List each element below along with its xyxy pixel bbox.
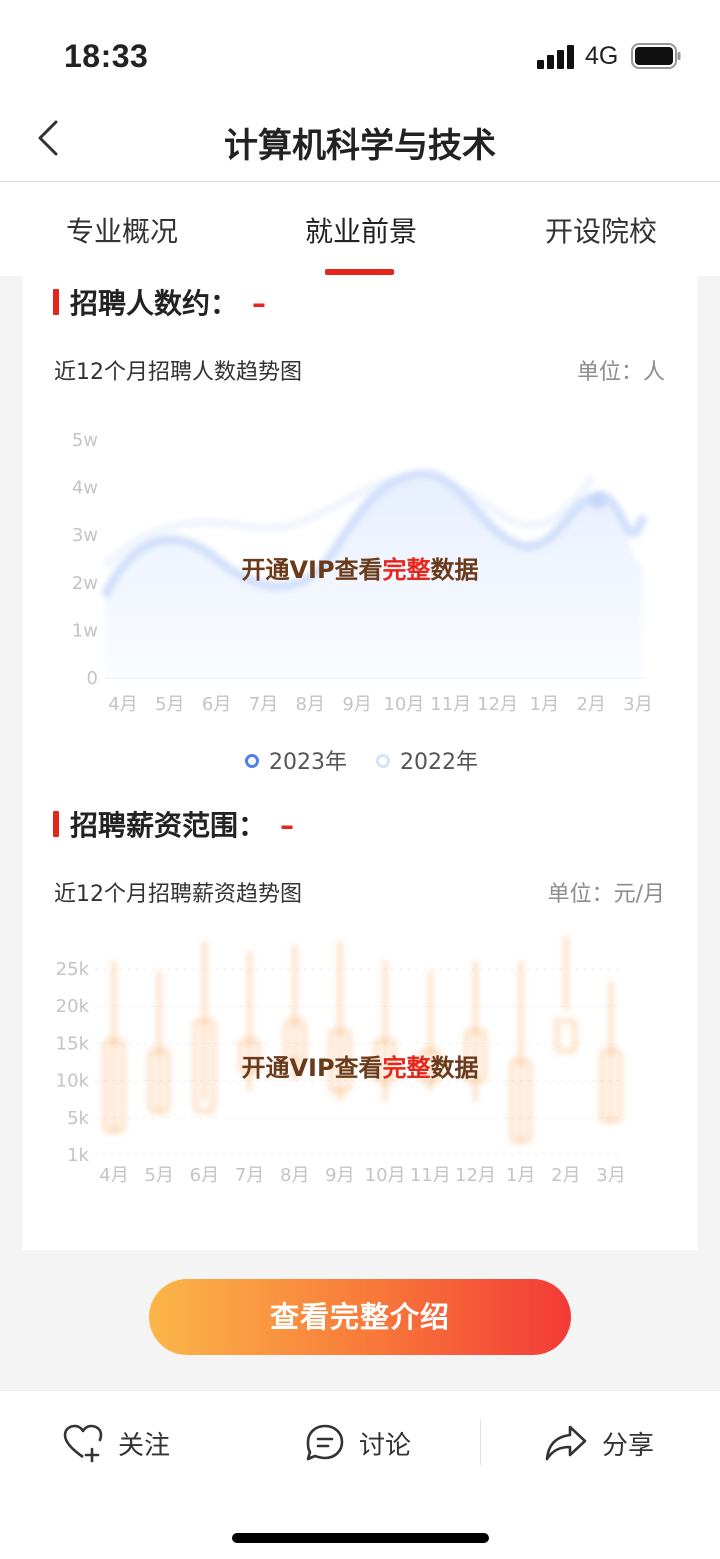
recruit-count-subtitle: 近12个月招聘人数趋势图 <box>54 360 302 385</box>
x-tick-label: 9月 <box>342 694 371 715</box>
x-tick-label: 12月 <box>455 1165 496 1186</box>
salary-heading: 招聘薪资范围： – <box>70 804 294 844</box>
tab-employment[interactable]: 就业前景 <box>305 210 417 250</box>
tab-bar: 专业概况 就业前景 开设院校 <box>0 182 720 276</box>
vip-text-end: 数据 <box>430 1054 479 1082</box>
bottom-divider <box>480 1419 481 1465</box>
y-tick-label: 20k <box>56 996 90 1017</box>
x-tick-label: 6月 <box>190 1165 219 1186</box>
follow-label: 关注 <box>118 1430 171 1461</box>
x-tick-label: 5月 <box>155 694 184 715</box>
tab-indicator <box>325 269 394 275</box>
x-tick-label: 7月 <box>249 694 278 715</box>
recruit-count-label: 招聘人数约： <box>70 287 239 320</box>
salary-value: – <box>280 809 295 842</box>
salary-subtitle: 近12个月招聘薪资趋势图 <box>54 882 302 907</box>
follow-button[interactable]: 关注 <box>62 1421 170 1465</box>
recruit-vip-overlay[interactable]: 开通VIP查看完整数据 <box>23 550 697 585</box>
x-tick-label: 2月 <box>576 694 605 715</box>
x-tick-label: 11月 <box>430 694 471 715</box>
vip-highlight: 完整 <box>382 1054 431 1082</box>
x-tick-label: 8月 <box>280 1165 309 1186</box>
salary-bar <box>553 1018 578 1054</box>
salary-label: 招聘薪资范围： <box>70 809 267 842</box>
tab-overview[interactable]: 专业概况 <box>66 210 178 250</box>
x-tick-label: 2月 <box>551 1165 580 1186</box>
x-tick-label: 3月 <box>623 694 652 715</box>
status-time: 18:33 <box>64 38 149 74</box>
x-tick-label: 1月 <box>506 1165 535 1186</box>
x-tick-label: 11月 <box>410 1165 451 1186</box>
view-full-intro-button[interactable]: 查看完整介绍 <box>149 1279 571 1355</box>
vip-highlight: 完整 <box>382 556 431 584</box>
x-tick-label: 3月 <box>596 1165 625 1186</box>
tab-colleges[interactable]: 开设院校 <box>545 210 657 250</box>
legend-dot-2023 <box>245 754 259 768</box>
home-indicator <box>232 1533 489 1543</box>
y-tick-label: 25k <box>56 959 90 980</box>
discuss-label: 讨论 <box>359 1430 412 1461</box>
x-tick-label: 5月 <box>144 1165 173 1186</box>
vip-text: 开通VIP查看 <box>241 1054 383 1082</box>
section-marker-salary <box>53 811 59 837</box>
x-tick-label: 4月 <box>108 694 137 715</box>
y-tick-label: 4w <box>72 478 98 499</box>
page: 18:33 4G 计算机科学与技术 专业概况 就业前景 开设院校 招聘人数约： –… <box>0 0 720 1559</box>
section-marker <box>53 289 59 315</box>
salary-unit: 单位：元/月 <box>547 882 665 907</box>
nav-bar: 计算机科学与技术 <box>0 100 720 182</box>
status-bar: 18:33 4G <box>0 0 720 100</box>
recruit-count-heading: 招聘人数约： – <box>70 282 266 322</box>
chart-legend: 2023年 2022年 <box>245 744 500 776</box>
chat-bubble-icon <box>306 1424 344 1461</box>
series-point-2023 <box>589 491 607 509</box>
x-tick-label: 8月 <box>296 694 325 715</box>
legend-item-2022: 2022年 <box>376 744 478 776</box>
salary-vip-overlay[interactable]: 开通VIP查看完整数据 <box>23 1048 697 1083</box>
page-title: 计算机科学与技术 <box>224 126 496 166</box>
legend-item-2023: 2023年 <box>245 744 347 776</box>
y-tick-label: 3w <box>72 525 98 546</box>
share-label: 分享 <box>602 1430 655 1461</box>
x-tick-label: 4月 <box>99 1165 128 1186</box>
network-label: 4G <box>585 42 619 70</box>
x-tick-label: 7月 <box>235 1165 264 1186</box>
x-tick-label: 1月 <box>530 694 559 715</box>
x-tick-label: 12月 <box>477 694 518 715</box>
recruit-count-value: – <box>252 287 267 320</box>
y-tick-label: 0 <box>87 668 98 689</box>
heart-plus-icon <box>63 1424 103 1463</box>
vip-text: 开通VIP查看 <box>241 556 383 584</box>
x-tick-label: 9月 <box>325 1165 354 1186</box>
employment-card: 招聘人数约： – 近12个月招聘人数趋势图 单位：人 5w 4w 3w 2w 1w 0 4月 5… <box>23 276 697 1250</box>
share-arrow-icon <box>545 1425 587 1461</box>
legend-label-2023: 2023年 <box>269 750 347 775</box>
x-tick-label: 10月 <box>383 694 424 715</box>
x-tick-label: 10月 <box>365 1165 406 1186</box>
discuss-button[interactable]: 讨论 <box>305 1421 411 1465</box>
legend-dot-2022 <box>376 754 390 768</box>
signal-icon <box>537 45 577 69</box>
y-tick-label: 1k <box>67 1145 89 1166</box>
y-tick-label: 5k <box>67 1108 89 1129</box>
y-tick-label: 1w <box>72 620 98 641</box>
recruit-count-unit: 单位：人 <box>576 360 665 385</box>
x-tick-label: 6月 <box>202 694 231 715</box>
vip-text-end: 数据 <box>430 556 479 584</box>
y-tick-label: 5w <box>72 430 98 451</box>
legend-label-2022: 2022年 <box>400 750 478 775</box>
battery-icon <box>631 43 681 69</box>
share-button[interactable]: 分享 <box>544 1421 654 1465</box>
